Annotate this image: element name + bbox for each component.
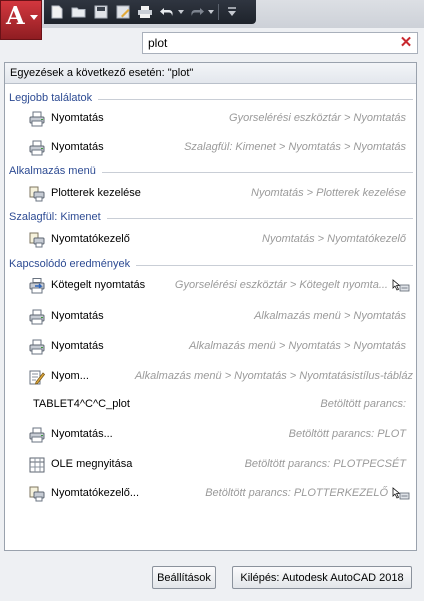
plotter-manager-icon — [29, 232, 45, 248]
result-row[interactable]: Kötegelt nyomtatás Gyorselérési eszköztá… — [5, 274, 416, 298]
save-icon[interactable] — [92, 4, 110, 20]
result-row[interactable]: OLE megnyitása Betöltött parancs: PLOTPE… — [5, 453, 416, 477]
search-box: ✕ — [142, 32, 418, 54]
save-as-icon[interactable] — [114, 4, 132, 20]
batch-plot-icon — [29, 278, 45, 294]
undo-icon[interactable] — [158, 4, 176, 20]
category-related-results: Kapcsolódó eredmények — [9, 257, 413, 271]
result-label: TABLET4^C^C_plot — [33, 398, 130, 410]
category-ribbon-output: Szalagfül: Kimenet — [9, 210, 413, 224]
result-path: Betöltött parancs: — [320, 398, 406, 410]
printer-icon — [29, 309, 45, 325]
result-path: Gyorselérési eszköztár > Kötegelt nyomta… — [174, 279, 388, 291]
result-path: Betöltött parancs: PLOTPECSÉT — [244, 458, 406, 470]
redo-icon[interactable] — [188, 4, 206, 20]
quick-access-toolbar — [44, 0, 256, 24]
printer-icon — [29, 339, 45, 355]
chevron-down-icon — [30, 15, 38, 20]
command-line-icon — [392, 279, 410, 293]
result-label: Nyomtatókezelő... — [51, 487, 140, 499]
result-label: Nyomtatókezelő — [51, 233, 130, 245]
result-label: Nyomtatás — [51, 340, 104, 352]
category-label: Legjobb találatok — [9, 92, 93, 104]
autocad-logo-icon: A — [6, 1, 25, 30]
result-path: Alkalmazás menü > Nyomtatás > Nyomtatási… — [134, 370, 413, 382]
search-input[interactable] — [143, 33, 383, 53]
exit-button[interactable]: Kilépés: Autodesk AutoCAD 2018 — [232, 566, 412, 589]
result-label: Kötegelt nyomtatás — [51, 279, 146, 291]
result-row[interactable]: Nyomtatás Gyorselérési eszköztár > Nyomt… — [5, 107, 416, 131]
result-label: Nyomtatás... — [51, 428, 113, 440]
results-header: Egyezések a következő esetén: "plot" — [5, 63, 416, 84]
plot-style-edit-icon — [29, 369, 45, 385]
plotter-manager-icon — [29, 186, 45, 202]
plotter-manager-icon — [29, 486, 45, 502]
result-row[interactable]: Nyomtatás Alkalmazás menü > Nyomtatás > … — [5, 335, 416, 359]
result-label: Plotterek kezelése — [51, 187, 141, 199]
divider — [98, 98, 413, 100]
result-row[interactable]: Nyomtatás... Betöltött parancs: PLOT — [5, 423, 416, 447]
result-path: Nyomtatás > Nyomtatókezelő — [262, 233, 406, 245]
clear-search-icon[interactable]: ✕ — [398, 35, 414, 51]
category-label: Szalagfül: Kimenet — [9, 211, 101, 223]
command-line-icon — [392, 487, 410, 501]
result-row[interactable]: Plotterek kezelése Nyomtatás > Plotterek… — [5, 182, 416, 206]
result-path: Szalagfül: Kimenet > Nyomtatás > Nyomtat… — [184, 141, 406, 153]
search-dialog: A ✕ Egyezé — [0, 0, 424, 601]
result-label: Nyom... — [51, 370, 89, 382]
printer-icon — [29, 427, 45, 443]
plot-icon[interactable] — [136, 4, 154, 20]
result-row[interactable]: Nyomtatás Szalagfül: Kimenet > Nyomtatás… — [5, 136, 416, 160]
category-best-matches: Legjobb találatok — [9, 91, 413, 105]
result-label: Nyomtatás — [51, 141, 104, 153]
category-label: Alkalmazás menü — [9, 165, 96, 177]
divider — [101, 171, 413, 173]
application-menu-button[interactable]: A — [0, 0, 42, 40]
result-row[interactable]: TABLET4^C^C_plot Betöltött parancs: — [5, 393, 416, 417]
undo-dropdown-icon[interactable] — [178, 10, 184, 14]
toolbar-separator — [218, 4, 219, 20]
ole-table-icon — [29, 457, 45, 473]
open-folder-icon[interactable] — [70, 4, 88, 20]
result-label: OLE megnyitása — [51, 458, 133, 470]
results-panel: Egyezések a következő esetén: "plot" Leg… — [4, 62, 417, 551]
result-label: Nyomtatás — [51, 112, 104, 124]
result-path: Betöltött parancs: PLOTTERKEZELŐ — [205, 487, 388, 499]
customize-toolbar-icon[interactable] — [223, 4, 241, 20]
result-row[interactable]: Nyomtatás Alkalmazás menü > Nyomtatás — [5, 305, 416, 329]
printer-icon — [29, 140, 45, 156]
result-label: Nyomtatás — [51, 310, 104, 322]
result-path: Betöltött parancs: PLOT — [288, 428, 406, 440]
new-icon[interactable] — [48, 4, 66, 20]
result-path: Alkalmazás menü > Nyomtatás — [254, 310, 406, 322]
result-row[interactable]: Nyomtatókezelő Nyomtatás > Nyomtatókezel… — [5, 228, 416, 252]
divider — [136, 264, 413, 266]
result-path: Alkalmazás menü > Nyomtatás > Nyomtatás — [188, 340, 406, 352]
category-application-menu: Alkalmazás menü — [9, 164, 413, 178]
redo-dropdown-icon[interactable] — [208, 10, 214, 14]
printer-icon — [29, 111, 45, 127]
result-row[interactable]: Nyomtatókezelő... Betöltött parancs: PLO… — [5, 482, 416, 506]
result-path: Nyomtatás > Plotterek kezelése — [251, 187, 406, 199]
result-row[interactable]: Nyom... Alkalmazás menü > Nyomtatás > Ny… — [5, 365, 416, 389]
divider — [106, 217, 413, 219]
options-button[interactable]: Beállítások — [152, 566, 216, 589]
category-label: Kapcsolódó eredmények — [9, 258, 131, 270]
result-path: Gyorselérési eszköztár > Nyomtatás — [229, 112, 406, 124]
